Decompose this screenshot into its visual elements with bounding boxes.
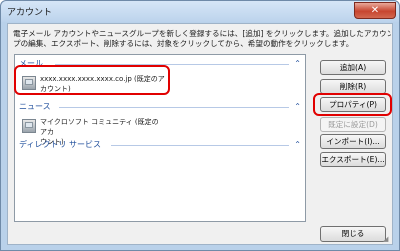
- group-header-news[interactable]: ニュース ⌃: [19, 101, 303, 113]
- news-account-icon: [22, 119, 36, 133]
- account-item-news[interactable]: マイクロソフト コミュニティ (既定のアカ ウント): [19, 115, 169, 146]
- resize-grip-icon[interactable]: ◢: [383, 235, 391, 243]
- group-label-directory: ディレクトリ サービス: [19, 140, 101, 149]
- group-divider: [59, 107, 289, 108]
- description-line-2: プの編集、エクスポート、削除するには、対象をクリックしてから、希望の動作をクリッ…: [13, 39, 354, 48]
- set-default-button[interactable]: 既定に設定(D): [320, 117, 386, 132]
- collapse-chevron-icon[interactable]: ⌃: [294, 139, 301, 151]
- accounts-dialog: アカウント ✕ 電子メール アカウントやニュースグループを新しく登録するには、[…: [0, 0, 400, 251]
- close-button[interactable]: 閉じる: [320, 226, 386, 242]
- group-label-news: ニュース: [19, 102, 51, 111]
- collapse-chevron-icon[interactable]: ⌃: [294, 101, 301, 113]
- description-line-1: 電子メール アカウントやニュースグループを新しく登録するには、[追加] をクリッ…: [13, 29, 391, 38]
- group-header-directory[interactable]: ディレクトリ サービス ⌃: [19, 139, 303, 151]
- group-divider: [111, 145, 289, 146]
- export-button[interactable]: エクスポート(E)...: [320, 152, 386, 167]
- dialog-client-area: 電子メール アカウントやニュースグループを新しく登録するには、[追加] をクリッ…: [7, 23, 393, 245]
- highlight-mail-account: [14, 65, 170, 95]
- highlight-properties-button: [313, 93, 392, 116]
- description-text: 電子メール アカウントやニュースグループを新しく登録するには、[追加] をクリッ…: [13, 29, 391, 49]
- delete-button[interactable]: 削除(R): [320, 79, 386, 94]
- import-button[interactable]: インポート(I)...: [320, 134, 386, 149]
- add-button[interactable]: 追加(A): [320, 60, 386, 75]
- close-window-button[interactable]: ✕: [354, 2, 396, 19]
- window-title: アカウント: [7, 8, 53, 18]
- title-bar[interactable]: アカウント ✕: [1, 1, 399, 22]
- collapse-chevron-icon[interactable]: ⌃: [294, 58, 301, 70]
